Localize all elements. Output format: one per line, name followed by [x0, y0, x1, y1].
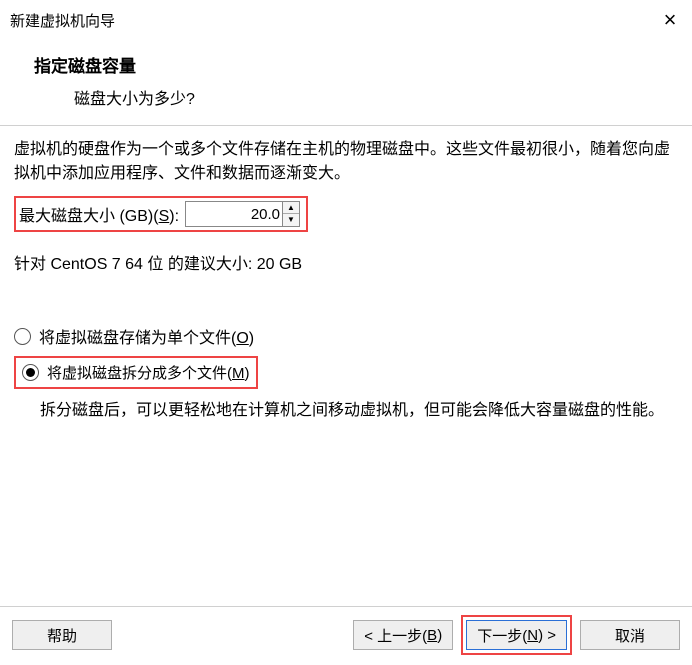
disk-size-input[interactable]: 20.0: [186, 202, 282, 226]
disk-size-label: 最大磁盘大小 (GB)(S):: [19, 202, 179, 226]
recommended-size: 针对 CentOS 7 64 位 的建议大小: 20 GB: [14, 250, 678, 274]
footer: 帮助 < 上一步(B) 下一步(N) > 取消: [0, 606, 692, 665]
page-subtext: 磁盘大小为多少?: [74, 85, 682, 109]
spin-up-icon[interactable]: ▲: [283, 202, 299, 214]
disk-description: 虚拟机的硬盘作为一个或多个文件存储在主机的物理磁盘中。这些文件最初很小，随着您向…: [14, 138, 678, 186]
disk-size-highlight: 最大磁盘大小 (GB)(S): 20.0 ▲ ▼: [14, 196, 308, 232]
radio-icon[interactable]: [22, 364, 39, 381]
radio-split-highlight: 将虚拟磁盘拆分成多个文件(M): [14, 356, 258, 389]
help-button[interactable]: 帮助: [12, 620, 112, 650]
spin-down-icon[interactable]: ▼: [283, 214, 299, 226]
split-description: 拆分磁盘后，可以更轻松地在计算机之间移动虚拟机，但可能会降低大容量磁盘的性能。: [40, 399, 678, 423]
page-heading: 指定磁盘容量: [34, 52, 682, 77]
radio-single-label: 将虚拟磁盘存储为单个文件(O): [39, 324, 254, 348]
window-title: 新建虚拟机向导: [10, 10, 115, 31]
radio-icon[interactable]: [14, 328, 31, 345]
next-button[interactable]: 下一步(N) >: [466, 620, 567, 650]
radio-split-label[interactable]: 将虚拟磁盘拆分成多个文件(M): [47, 362, 250, 383]
next-button-highlight: 下一步(N) >: [461, 615, 572, 655]
disk-size-spinner[interactable]: 20.0 ▲ ▼: [185, 201, 300, 227]
back-button[interactable]: < 上一步(B): [353, 620, 453, 650]
close-icon[interactable]: ×: [656, 9, 684, 31]
radio-single-file[interactable]: 将虚拟磁盘存储为单个文件(O): [14, 324, 678, 348]
cancel-button[interactable]: 取消: [580, 620, 680, 650]
